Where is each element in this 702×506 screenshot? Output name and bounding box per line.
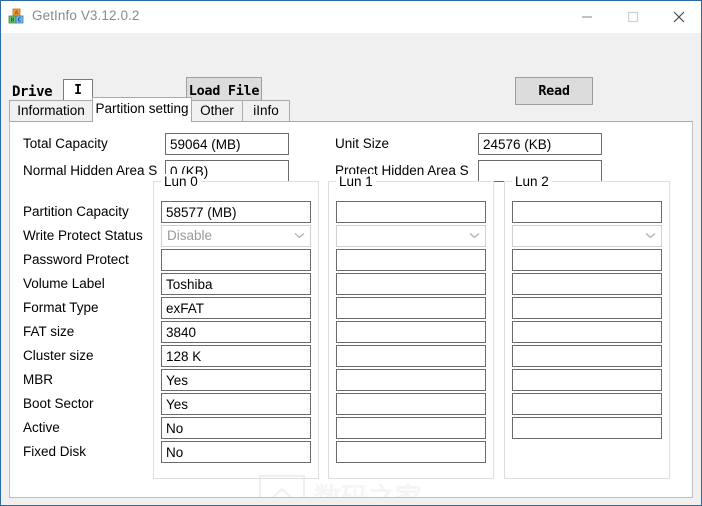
field-lun1-fixed-disk[interactable] (336, 441, 486, 463)
groupbox-title: Lun 0 (161, 174, 201, 189)
close-icon (673, 11, 685, 22)
label-password-protect: Password Protect (23, 252, 129, 267)
label-normal-hidden-area-s: Normal Hidden Area S (23, 163, 158, 178)
label-fixed-disk: Fixed Disk (23, 444, 87, 459)
label-mbr: MBR (23, 372, 53, 387)
field-lun0-mbr[interactable] (161, 369, 311, 391)
field-lun0-partition-capacity[interactable] (161, 201, 311, 223)
field-lun2-password-protect[interactable] (512, 249, 662, 271)
maximize-icon (627, 11, 639, 22)
field-lun0-cluster-size[interactable] (161, 345, 311, 367)
label-volume-label: Volume Label (23, 276, 105, 291)
combo-write-protect-status-lun2[interactable] (512, 225, 662, 247)
field-lun0-volume-label[interactable] (161, 273, 311, 295)
label-partition-capacity: Partition Capacity (23, 204, 129, 219)
field-lun0-active[interactable] (161, 417, 311, 439)
field-lun1-volume-label[interactable] (336, 273, 486, 295)
field-lun0-fixed-disk[interactable] (161, 441, 311, 463)
label-unit-size: Unit Size (335, 136, 390, 151)
tab-iinfo[interactable]: iInfo (242, 100, 290, 122)
groupbox-title: Lun 1 (336, 174, 376, 189)
label-boot-sector: Boot Sector (23, 396, 94, 411)
tab-information[interactable]: Information (9, 100, 93, 122)
read-button[interactable]: Read (515, 77, 593, 105)
label-write-protect-status: Write Protect Status (23, 228, 143, 243)
field-unit-size[interactable] (478, 133, 602, 155)
label-fat-size: FAT size (23, 324, 75, 339)
field-total-capacity[interactable] (165, 133, 289, 155)
field-lun1-boot-sector[interactable] (336, 393, 486, 415)
field-lun2-cluster-size[interactable] (512, 345, 662, 367)
minimize-icon (582, 15, 592, 18)
app-window: A B C GetInfo V3.12.0.2 Drive I Load Fil… (0, 0, 702, 506)
field-lun2-volume-label[interactable] (512, 273, 662, 295)
toolbar: Drive Load File Read (1, 33, 701, 105)
field-lun2-mbr[interactable] (512, 369, 662, 391)
minimize-button[interactable] (564, 1, 610, 32)
title-bar: A B C GetInfo V3.12.0.2 (1, 1, 701, 34)
field-lun1-cluster-size[interactable] (336, 345, 486, 367)
field-lun0-password-protect[interactable] (161, 249, 311, 271)
field-lun1-format-type[interactable] (336, 297, 486, 319)
label-active: Active (23, 420, 60, 435)
chevron-down-icon[interactable] (469, 232, 480, 239)
field-lun2-fat-size[interactable] (512, 321, 662, 343)
combo-value: Disable (167, 228, 213, 243)
field-lun2-partition-capacity[interactable] (512, 201, 662, 223)
combo-write-protect-status-lun1[interactable] (336, 225, 486, 247)
tab-strip: Information Partition setting Other iInfo (9, 97, 290, 122)
svg-text:C: C (18, 18, 22, 24)
partition-setting-panel: Total Capacity Normal Hidden Area S Unit S… (9, 121, 693, 498)
blocks-icon: A B C (8, 8, 25, 25)
label-format-type: Format Type (23, 300, 99, 315)
svg-text:B: B (11, 18, 15, 24)
groupbox-title: Lun 2 (512, 174, 552, 189)
label-cluster-size: Cluster size (23, 348, 94, 363)
window-title: GetInfo V3.12.0.2 (32, 8, 140, 23)
maximize-button[interactable] (610, 1, 656, 32)
field-lun1-mbr[interactable] (336, 369, 486, 391)
field-lun2-format-type[interactable] (512, 297, 662, 319)
field-lun0-boot-sector[interactable] (161, 393, 311, 415)
field-lun0-format-type[interactable] (161, 297, 311, 319)
field-lun1-partition-capacity[interactable] (336, 201, 486, 223)
field-lun0-fat-size[interactable] (161, 321, 311, 343)
chevron-down-icon[interactable] (294, 232, 305, 239)
chevron-down-icon[interactable] (645, 232, 656, 239)
watermark-cn-text: 数码之家 (314, 482, 422, 498)
field-lun2-boot-sector[interactable] (512, 393, 662, 415)
close-button[interactable] (656, 1, 701, 32)
field-lun1-fat-size[interactable] (336, 321, 486, 343)
label-total-capacity: Total Capacity (23, 136, 108, 151)
tab-partition-setting[interactable]: Partition setting (92, 97, 192, 122)
tab-other[interactable]: Other (191, 100, 243, 122)
field-lun1-password-protect[interactable] (336, 249, 486, 271)
field-lun2-active[interactable] (512, 417, 662, 439)
field-lun1-active[interactable] (336, 417, 486, 439)
combo-write-protect-status-lun0[interactable]: Disable (161, 225, 311, 247)
